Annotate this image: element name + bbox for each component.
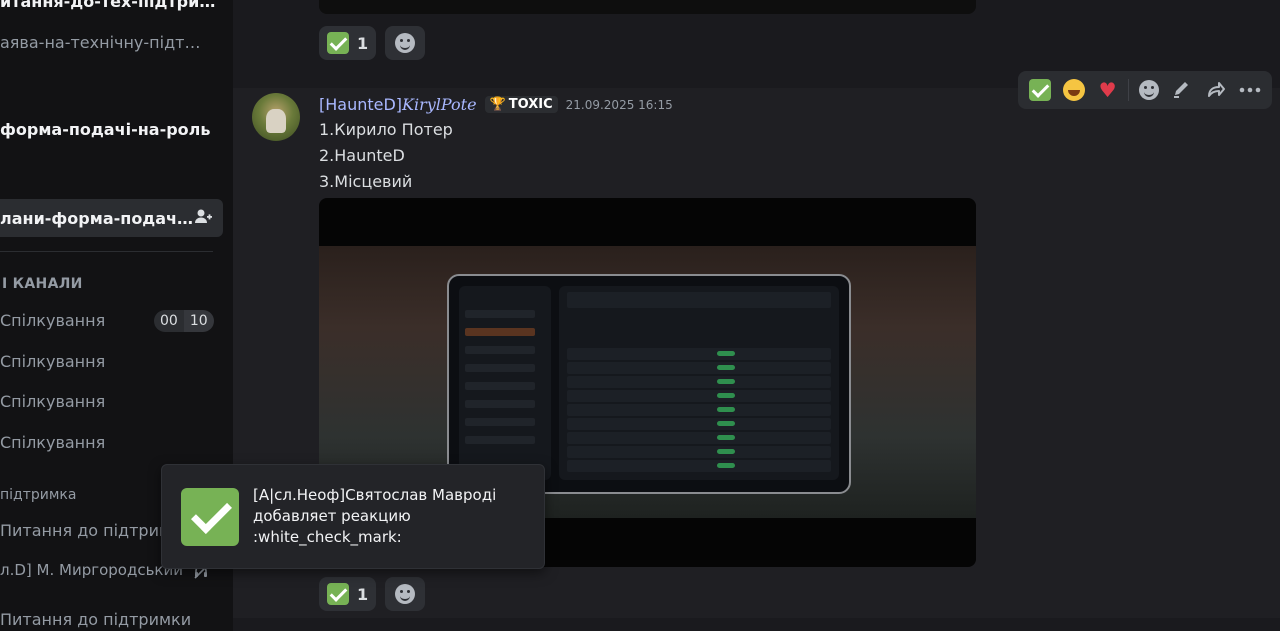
voice-channel-item[interactable]: Спілкування <box>0 392 105 411</box>
message-timestamp[interactable]: 21.09.2025 16:15 <box>566 98 673 112</box>
toolbar-divider <box>1127 79 1129 101</box>
toast-line: добавляет реакцию <box>253 507 411 525</box>
channel-item[interactable]: итання-до-тех-підтри… <box>0 0 215 11</box>
channel-item[interactable]: форма-подачі-на-роль <box>0 120 210 139</box>
reaction-count: 1 <box>357 584 369 604</box>
quick-react-heart-button[interactable]: ♥ <box>1094 76 1122 104</box>
message-text-line: 1.Кирило Потер <box>319 120 453 139</box>
edit-button[interactable] <box>1168 76 1196 104</box>
add-reaction-button[interactable] <box>385 577 425 611</box>
voice-timer-right: 10 <box>183 310 214 332</box>
reaction-check[interactable]: 1 <box>319 577 377 611</box>
smile-icon <box>395 33 415 53</box>
channel-item[interactable]: аява-на-технічну-підт… <box>0 33 200 52</box>
white-check-mark-icon <box>327 583 349 605</box>
message-text-line: 3.Місцевий <box>319 172 413 191</box>
tablet-sidebar <box>459 286 551 480</box>
tablet-main-panel <box>559 286 839 480</box>
quick-react-check-button[interactable] <box>1026 76 1054 104</box>
message-action-toolbar: ♥ <box>1018 71 1272 109</box>
voice-user-item[interactable]: л.D] М. Миргородський <box>0 561 183 579</box>
category-header[interactable]: підтримка <box>0 487 76 503</box>
quick-react-joy-button[interactable] <box>1060 76 1088 104</box>
smile-icon <box>1138 80 1159 100</box>
reaction-check-previous[interactable]: 1 <box>319 26 377 60</box>
ellipsis-icon <box>1239 87 1261 93</box>
trophy-icon: 🏆 <box>489 97 506 112</box>
voice-channel-item[interactable]: Спілкування <box>0 352 105 371</box>
joy-icon <box>1062 79 1085 101</box>
sidebar-divider <box>0 251 213 252</box>
message-text-line: 2.HaunteD <box>319 146 405 165</box>
heart-icon: ♥ <box>1098 78 1117 102</box>
white-check-mark-icon <box>327 32 349 54</box>
toast-message: [А|сл.Неоф]Святослав Мавроді добавляет р… <box>253 485 533 548</box>
smile-icon <box>395 584 415 604</box>
avatar[interactable] <box>252 93 300 141</box>
reaction-notification-toast[interactable]: [А|сл.Неоф]Святослав Мавроді добавляет р… <box>161 464 545 569</box>
white-check-mark-icon <box>1028 79 1051 101</box>
pencil-icon <box>1174 82 1189 98</box>
author-nickname: KirylPote <box>402 95 477 114</box>
voice-channel-item[interactable]: Спілкування <box>0 433 105 452</box>
voice-channel-item[interactable]: Спілкування <box>0 311 105 330</box>
voice-timer-badge: 00 10 <box>154 310 214 332</box>
previous-message-image[interactable] <box>319 0 976 14</box>
voice-channel-item[interactable]: Питання до підтримки <box>0 610 191 629</box>
category-header[interactable]: І КАНАЛИ <box>2 276 83 292</box>
add-reaction-button[interactable] <box>1135 76 1163 104</box>
server-tag-label: TOXIC <box>508 97 553 112</box>
add-reaction-button[interactable] <box>385 26 425 60</box>
server-tag[interactable]: 🏆 TOXIC <box>484 96 558 113</box>
message-header: [HaunteD]KirylPote 🏆 TOXIC 21.09.2025 16:… <box>319 95 673 114</box>
author-prefix: [HaunteD] <box>319 95 403 114</box>
forward-button[interactable] <box>1202 76 1230 104</box>
white-check-mark-icon <box>181 488 239 546</box>
add-user-icon[interactable] <box>194 207 214 227</box>
reaction-count: 1 <box>357 33 369 53</box>
toast-line: [А|сл.Неоф]Святослав Мавроді <box>253 486 497 504</box>
forward-icon <box>1208 82 1226 97</box>
author-name[interactable]: [HaunteD]KirylPote <box>319 95 477 114</box>
voice-timer-left: 00 <box>154 310 184 332</box>
game-tablet-ui <box>447 274 851 494</box>
more-options-button[interactable] <box>1236 76 1264 104</box>
channel-item-active[interactable]: лани-форма-подач… <box>0 209 193 228</box>
toast-line: :white_check_mark: <box>253 528 402 546</box>
